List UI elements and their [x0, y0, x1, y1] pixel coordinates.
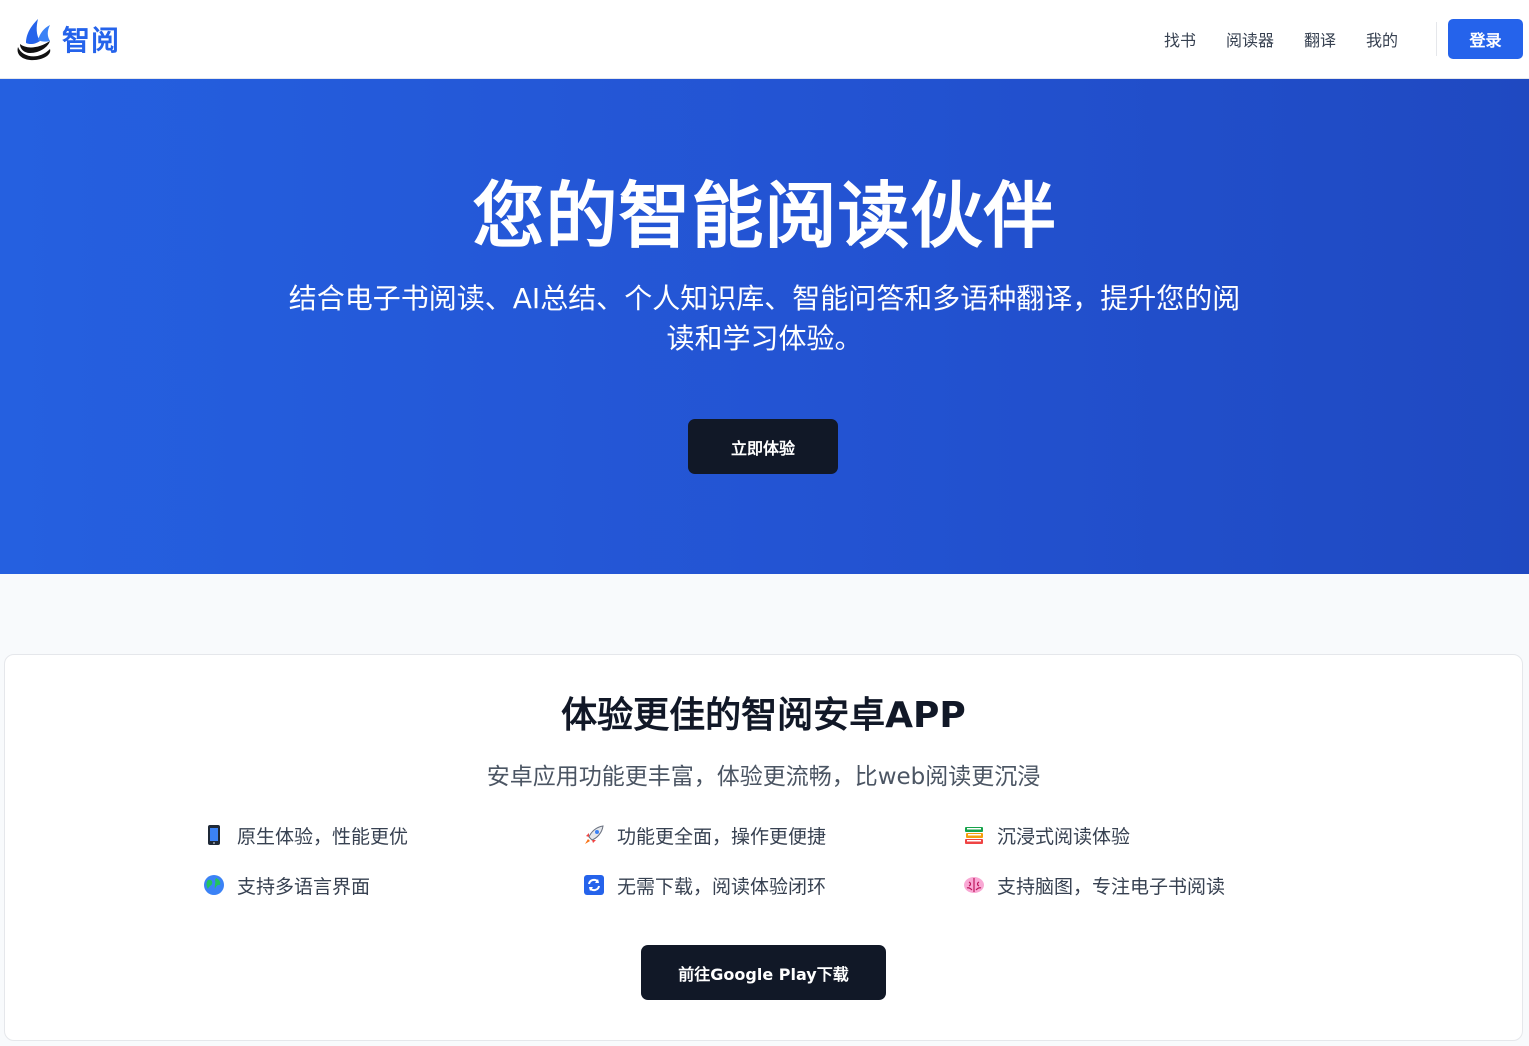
globe-icon: [204, 875, 224, 895]
nav-item-reader[interactable]: 阅读器: [1226, 27, 1274, 51]
hero-subtitle: 结合电子书阅读、AI总结、个人知识库、智能问答和多语种翻译，提升您的阅读和学习体…: [288, 282, 1241, 355]
brand-logo-icon: [17, 19, 51, 61]
login-button[interactable]: 登录: [1448, 19, 1523, 59]
feature-item: 功能更全面，操作更便捷: [583, 823, 963, 848]
feature-text: 功能更全面，操作更便捷: [617, 825, 827, 848]
try-now-button[interactable]: 立即体验: [688, 419, 838, 474]
android-app-card: 体验更佳的智阅安卓APP 安卓应用功能更丰富，体验更流畅，比web阅读更沉浸 原…: [4, 654, 1523, 1041]
feature-text: 原生体验，性能更优: [237, 825, 409, 848]
nav-item-translate[interactable]: 翻译: [1304, 27, 1336, 51]
feature-text: 支持脑图，专注电子书阅读: [997, 875, 1226, 898]
feature-text: 无需下载，阅读体验闭环: [617, 875, 827, 898]
nav-item-find-books[interactable]: 找书: [1164, 27, 1196, 51]
mobile-phone-icon: [208, 825, 220, 845]
feature-item: 原生体验，性能更优: [203, 823, 583, 848]
brain-icon: [964, 877, 984, 893]
nav-item-mine[interactable]: 我的: [1366, 27, 1398, 51]
feature-text: 支持多语言界面: [237, 875, 371, 898]
feature-item: 无需下载，阅读体验闭环: [583, 873, 963, 898]
feature-text: 沉浸式阅读体验: [997, 825, 1131, 848]
brand-name: 智阅: [62, 24, 121, 57]
app-section-subtitle: 安卓应用功能更丰富，体验更流畅，比web阅读更沉浸: [486, 764, 1041, 790]
rocket-icon: [585, 825, 604, 844]
nav-divider: [1436, 22, 1437, 56]
app-section-title: 体验更佳的智阅安卓APP: [561, 695, 966, 736]
brand[interactable]: 智阅: [12, 17, 120, 61]
feature-item: 沉浸式阅读体验: [963, 823, 1343, 848]
main-nav: 找书 阅读器 翻译 我的 登录: [1164, 0, 1523, 78]
hero-section: 您的智能阅读伙伴 结合电子书阅读、AI总结、个人知识库、智能问答和多语种翻译，提…: [0, 79, 1529, 574]
hero-title: 您的智能阅读伙伴: [472, 174, 1057, 258]
sync-arrows-icon: [584, 875, 604, 895]
feature-item: 支持多语言界面: [203, 873, 583, 898]
top-navbar: 智阅 找书 阅读器 翻译 我的 登录: [0, 0, 1529, 79]
feature-item: 支持脑图，专注电子书阅读: [963, 873, 1343, 898]
feature-list: 原生体验，性能更优 功能更全面，操作更便捷 沉浸式阅读体验 支持多语言界面 无需…: [203, 823, 1343, 898]
books-icon: [965, 827, 983, 844]
google-play-download-button[interactable]: 前往Google Play下载: [641, 945, 886, 1000]
